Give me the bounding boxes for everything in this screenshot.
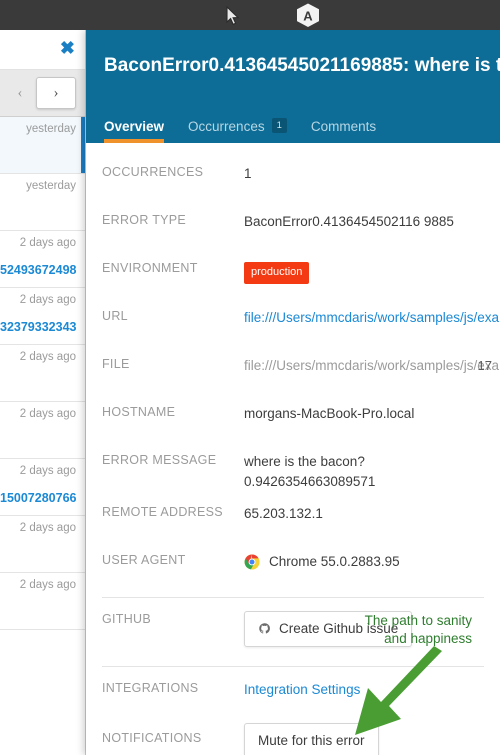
status-badge: production [244,262,310,284]
notifications-label: NOTIFICATIONS [102,731,202,746]
github-label: GITHUB [102,612,152,627]
integrations-row: INTEGRATIONS Integration Settings [86,667,500,717]
detail-row: REMOTE ADDRESS 65.203.132.1 [86,491,500,539]
detail-value: file:///Users/mmcdaris/work/samples/js/e… [244,358,500,373]
tab-label: Overview [104,119,165,134]
list-item-time: 2 days ago [19,408,76,420]
detail-value: Chrome 55.0.2883.95 [244,539,484,572]
detail-value: production [244,247,484,284]
list-item[interactable]: 2 days ago 52493672498 [0,231,85,288]
tab-comments[interactable]: Comments [311,119,376,143]
list-item[interactable]: 2 days ago [0,516,85,573]
annotation-line-2: and happiness [384,631,472,647]
detail-label: REMOTE ADDRESS [102,505,223,520]
annotation-line-1: The path to sanity [364,613,472,628]
tab-overview[interactable]: Overview [104,119,165,143]
page-title: BaconError0.41364545021169885: where is … [104,55,500,76]
screen: A ✖ ‹ › yesterday yesterday 2 days ago 5249… [0,0,500,755]
user-agent-text: Chrome 55.0.2883.95 [269,554,400,570]
background-close-row: ✖ [0,30,85,70]
detail-row: USER AGENT Chrome 55.0.2883.95 [86,539,500,587]
close-icon[interactable]: ✖ [60,39,75,57]
list-item-time: yesterday [26,123,76,135]
list-item-time: 2 days ago [19,465,76,477]
list-item-link[interactable]: 15007280766 [0,491,76,505]
list-item-time: 2 days ago [19,237,76,249]
background-error-list-panel: ✖ ‹ › yesterday yesterday 2 days ago 524936… [0,30,86,755]
detail-label: OCCURRENCES [102,165,204,179]
list-item-time: 2 days ago [19,522,76,534]
detail-value: where is the bacon?0.9426354663089571 [244,454,376,489]
detail-row: OCCURRENCES 1 [86,151,500,199]
user-agent-value: Chrome 55.0.2883.95 [244,552,484,572]
tab-label: Occurrences [188,119,265,134]
tab-occurrences[interactable]: Occurrences 1 [188,118,287,143]
detail-label: ENVIRONMENT [102,261,198,275]
list-item[interactable]: 2 days ago 32379332343 [0,288,85,345]
list-item-link[interactable]: 52493672498 [0,263,76,277]
detail-value: BaconError0.4136454502116 9885 [244,214,454,229]
list-item[interactable]: 2 days ago 15007280766 [0,459,85,516]
detail-label: USER AGENT [102,553,186,568]
next-page-button[interactable]: › [36,77,76,109]
list-item[interactable]: 2 days ago [0,573,85,630]
overflow-number: 17 [477,358,492,373]
list-item-link[interactable]: 32379332343 [0,320,76,334]
integrations-label: INTEGRATIONS [102,681,199,696]
list-item-time: yesterday [26,180,76,192]
mute-error-label: Mute for this error [258,733,365,749]
chrome-icon [244,554,260,570]
prev-page-button[interactable]: ‹ [6,77,34,109]
notifications-value: Mute for this error [244,717,484,755]
os-top-bar: A [0,0,500,30]
mouse-cursor-icon [226,6,240,26]
notifications-row: NOTIFICATIONS Mute for this error [86,717,500,755]
detail-label: FILE [102,357,130,371]
detail-row: HOSTNAME morgans-MacBook-Pro.local [86,391,500,439]
list-item-time: 2 days ago [19,351,76,363]
detail-row: FILE file:///Users/mmcdaris/work/samples/… [86,343,500,391]
hexagon-a-icon[interactable]: A [294,2,322,29]
tab-badge: 1 [271,118,287,133]
list-item-time: 2 days ago [19,294,76,306]
mute-error-button[interactable]: Mute for this error [244,723,379,755]
detail-row: ERROR TYPE BaconError0.4136454502116 9885 [86,199,500,247]
detail-label: ERROR TYPE [102,213,187,227]
detail-label: HOSTNAME [102,405,176,419]
tab-label: Comments [310,119,377,134]
tab-bar: Overview Occurrences 1 Comments [104,118,376,143]
list-item[interactable]: yesterday [0,174,85,231]
detail-label: ERROR MESSAGE [102,453,217,467]
list-item[interactable]: 2 days ago [0,402,85,459]
detail-section: OCCURRENCES 1 ERROR TYPE BaconError0.413645… [86,143,500,755]
list-item[interactable]: 2 days ago [0,345,85,402]
detail-row: ERROR MESSAGE where is the bacon?0.942635… [86,439,500,491]
annotation-text: The path to sanity and happiness [292,612,472,648]
integration-settings-link[interactable]: Integration Settings [244,667,484,700]
background-nav-row: ‹ › [0,70,85,117]
svg-text:A: A [303,8,313,23]
detail-value[interactable]: file:///Users/mmcdaris/work/samples/js/e… [244,295,499,328]
list-item-time: 2 days ago [19,579,76,591]
detail-label: URL [102,309,128,323]
github-icon [259,623,270,634]
detail-value: morgans-MacBook-Pro.local [244,406,415,421]
detail-value: 1 [244,166,252,181]
list-item[interactable]: yesterday [0,117,85,174]
detail-value: 65.203.132.1 [244,506,323,522]
modal-header: BaconError0.41364545021169885: where is … [86,30,500,143]
detail-row: URL file:///Users/mmcdaris/work/samples/j… [86,295,500,343]
background-list: yesterday yesterday 2 days ago 52493672498 2… [0,117,85,630]
detail-row: ENVIRONMENT production [86,247,500,295]
